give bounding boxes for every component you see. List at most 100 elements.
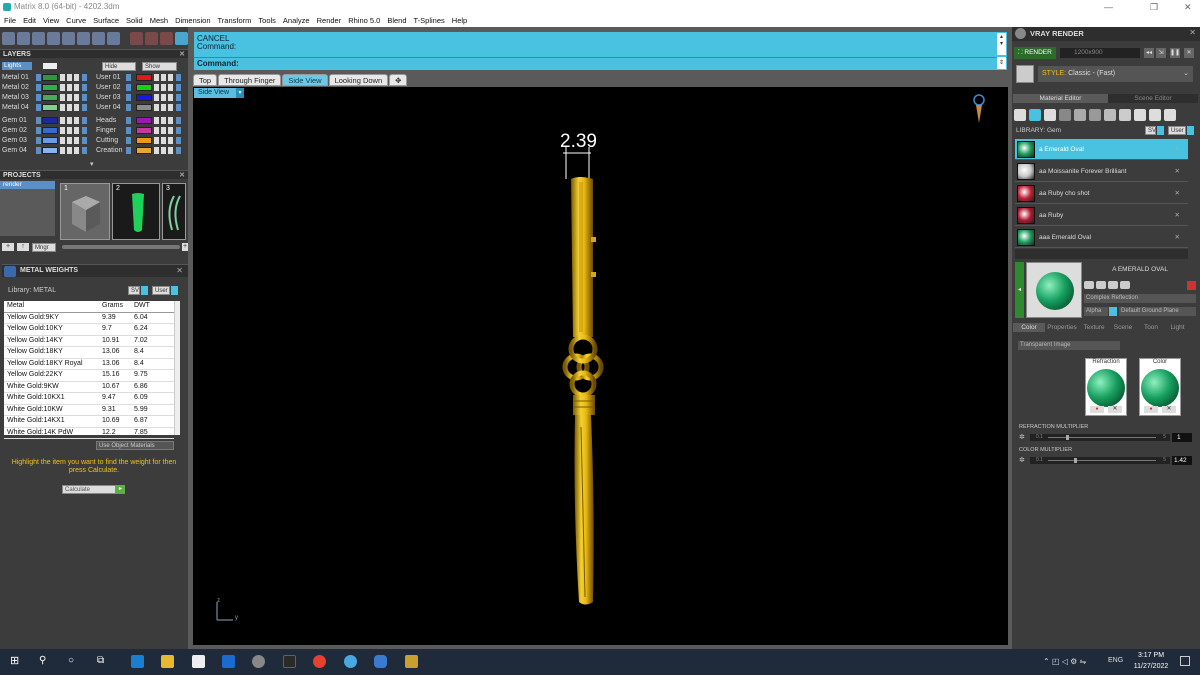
zoom-icon[interactable] xyxy=(374,655,387,668)
sv-button[interactable]: SV xyxy=(1145,126,1156,135)
sv-toggle[interactable] xyxy=(141,286,148,295)
reset-icon[interactable]: ● xyxy=(1090,406,1104,413)
layer-select-icon[interactable] xyxy=(126,117,131,124)
layer-select-icon[interactable] xyxy=(36,104,41,111)
layer-color-swatch[interactable] xyxy=(136,74,152,81)
layer-tool-icon[interactable] xyxy=(77,32,90,45)
lock-icon[interactable] xyxy=(154,127,159,134)
minimize-button[interactable]: — xyxy=(1104,0,1113,14)
lock-icon[interactable] xyxy=(60,104,65,111)
project-thumb[interactable]: 3 xyxy=(162,183,186,240)
layer-edit-icon[interactable] xyxy=(82,84,87,91)
texture-icon[interactable] xyxy=(1074,109,1086,121)
mail-icon[interactable] xyxy=(222,655,235,668)
filter-icon[interactable] xyxy=(62,32,75,45)
chrome-icon[interactable] xyxy=(313,655,326,668)
add-icon[interactable]: + xyxy=(182,243,188,251)
layer-row[interactable]: Finger xyxy=(96,126,184,135)
layer-select-icon[interactable] xyxy=(126,147,131,154)
layer-toggle-icon[interactable] xyxy=(67,147,72,154)
layer-edit-icon[interactable] xyxy=(176,147,181,154)
mngr-button[interactable]: Mngr xyxy=(32,243,56,252)
lock-icon[interactable] xyxy=(154,84,159,91)
sphere-icon[interactable] xyxy=(1044,109,1056,121)
eye-icon[interactable] xyxy=(168,147,173,154)
ground-plane-select[interactable]: Default Ground Plane xyxy=(1119,307,1196,316)
layer-edit-icon[interactable] xyxy=(82,147,87,154)
pattern-icon[interactable] xyxy=(1089,109,1101,121)
tab-texture[interactable]: Texture xyxy=(1079,323,1109,332)
layer-select-icon[interactable] xyxy=(36,137,41,144)
layer-row[interactable]: Gem 01 xyxy=(2,116,90,125)
eye-icon[interactable] xyxy=(74,74,79,81)
lock-icon[interactable] xyxy=(60,117,65,124)
add-view-tab[interactable]: ✥ xyxy=(389,74,408,86)
menu-help[interactable]: Help xyxy=(452,14,467,27)
layer-row[interactable]: Gem 03 xyxy=(2,136,90,145)
remove-icon[interactable]: ✕ xyxy=(1175,161,1180,182)
eye-icon[interactable] xyxy=(168,117,173,124)
calculate-button[interactable]: ▸ xyxy=(116,485,125,494)
layer-row[interactable]: User 02 xyxy=(96,83,184,92)
gear-icon[interactable]: ✲ xyxy=(1019,456,1027,464)
material-list-item[interactable]: aa Moissanite Forever Brilliant ✕ xyxy=(1015,161,1188,182)
refraction-card[interactable]: Refraction ● ✕ xyxy=(1085,358,1127,416)
tab-looking-down[interactable]: Looking Down xyxy=(328,74,389,86)
lock-icon[interactable] xyxy=(154,117,159,124)
layer-toggle-icon[interactable] xyxy=(161,94,166,101)
calculate-field[interactable]: Calculate xyxy=(62,485,116,494)
remove-icon[interactable]: ✕ xyxy=(1175,139,1180,160)
layer-color-swatch[interactable] xyxy=(136,137,152,144)
menu-surface[interactable]: Surface xyxy=(93,14,119,27)
menu-dimension[interactable]: Dimension xyxy=(175,14,210,27)
collapse-icon[interactable]: ▾ xyxy=(90,160,94,168)
color-multiplier-value[interactable]: 1.42 xyxy=(1172,456,1192,465)
column-header[interactable]: Grams xyxy=(99,301,131,313)
layer-edit-icon[interactable] xyxy=(82,94,87,101)
pause-icon[interactable]: ❚❚ xyxy=(1170,48,1180,58)
layer-row[interactable]: Gem 04 xyxy=(2,146,90,155)
lock-icon[interactable] xyxy=(60,84,65,91)
layer-row[interactable]: Heads xyxy=(96,116,184,125)
layer-color-swatch[interactable] xyxy=(136,84,152,91)
eye-icon[interactable] xyxy=(168,84,173,91)
bulb-icon[interactable] xyxy=(1164,109,1176,121)
eye-icon[interactable] xyxy=(74,127,79,134)
pin-icon[interactable]: ⇲ xyxy=(1156,48,1166,58)
menu-blend[interactable]: Blend xyxy=(387,14,406,27)
table-row[interactable]: White Gold:14KX1 10.69 6.87 xyxy=(4,415,174,428)
layer-toggle-icon[interactable] xyxy=(161,104,166,111)
menu-mesh[interactable]: Mesh xyxy=(150,14,168,27)
layer-row[interactable]: Metal 01 xyxy=(2,73,90,82)
lock-icon[interactable] xyxy=(60,127,65,134)
task-view-icon[interactable]: ⧉ xyxy=(97,655,110,668)
preview-tool-icon[interactable] xyxy=(1096,281,1106,289)
layer-edit-icon[interactable] xyxy=(82,137,87,144)
column-header[interactable]: DWT xyxy=(131,301,174,313)
texture-icon[interactable] xyxy=(1059,109,1071,121)
layer-color-swatch[interactable] xyxy=(42,74,58,81)
layer-select-icon[interactable] xyxy=(126,94,131,101)
layer-row[interactable]: User 01 xyxy=(96,73,184,82)
layer-select-icon[interactable] xyxy=(126,74,131,81)
layer-row[interactable]: Metal 04 xyxy=(2,103,90,112)
layer-edit-icon[interactable] xyxy=(176,84,181,91)
lock-icon[interactable] xyxy=(154,137,159,144)
render-button[interactable]: ⛶ RENDER xyxy=(1014,47,1056,59)
viewport[interactable]: z y xyxy=(193,87,1008,645)
layer-tool-icon[interactable] xyxy=(17,32,30,45)
tab-color[interactable]: Color xyxy=(1013,323,1045,332)
language-indicator[interactable]: ENG xyxy=(1108,657,1123,664)
menu-file[interactable]: File xyxy=(4,14,16,27)
layer-edit-icon[interactable] xyxy=(82,127,87,134)
lock-icon[interactable] xyxy=(60,147,65,154)
matrix-icon[interactable] xyxy=(344,655,357,668)
tab-material-editor[interactable]: Material Editor xyxy=(1013,94,1108,103)
sv-toggle[interactable] xyxy=(1157,126,1164,135)
transparent-image-select[interactable]: Transparent Image xyxy=(1018,341,1120,350)
remove-icon[interactable]: ✕ xyxy=(1175,183,1180,204)
user-toggle[interactable] xyxy=(171,286,178,295)
menu-transform[interactable]: Transform xyxy=(218,14,252,27)
tab-properties[interactable]: Properties xyxy=(1045,323,1079,332)
windows-start-icon[interactable]: ⊞ xyxy=(10,655,23,668)
